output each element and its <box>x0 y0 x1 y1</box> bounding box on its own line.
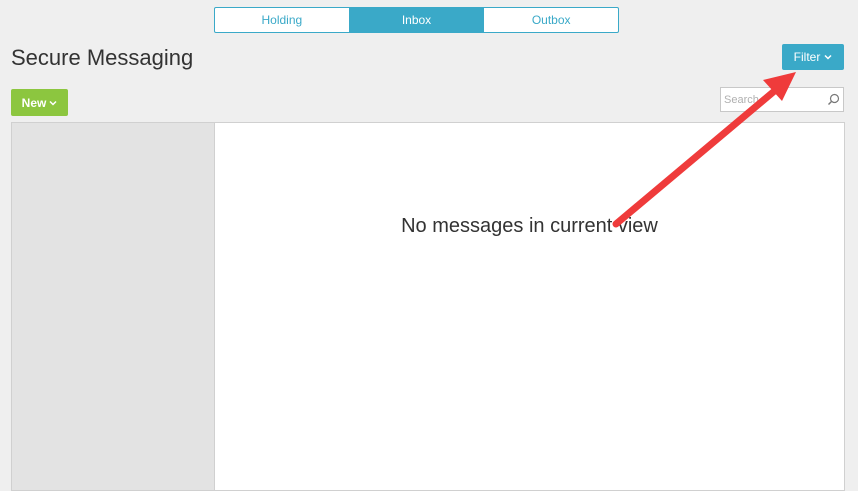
new-button[interactable]: New <box>11 89 68 116</box>
tab-inbox[interactable]: Inbox <box>349 8 485 32</box>
empty-state-message: No messages in current view <box>401 215 658 237</box>
tab-outbox[interactable]: Outbox <box>484 8 618 32</box>
new-button-label: New <box>21 95 47 110</box>
filter-button[interactable]: Filter <box>782 44 844 70</box>
chevron-down-icon <box>824 54 832 60</box>
search-icon[interactable] <box>827 93 840 106</box>
tab-holding[interactable]: Holding <box>215 8 350 32</box>
filter-button-label: Filter <box>793 50 821 64</box>
view-tabs: Holding Inbox Outbox <box>214 7 619 33</box>
chevron-down-icon <box>49 100 57 106</box>
folder-panel <box>11 122 215 491</box>
message-view: No messages in current view <box>214 122 845 491</box>
search-box <box>720 87 844 112</box>
search-input[interactable] <box>724 89 824 110</box>
page-title: Secure Messaging <box>11 45 194 70</box>
